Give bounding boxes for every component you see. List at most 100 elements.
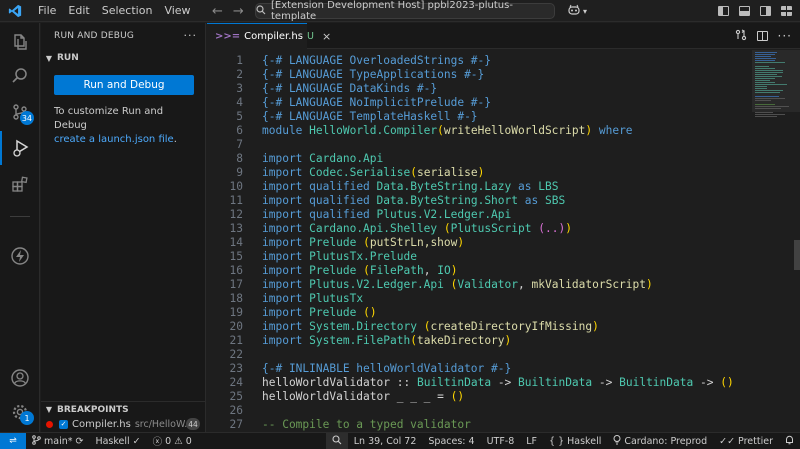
code-line: 8 import Cardano.Api (236, 152, 384, 165)
more-actions-icon[interactable]: ··· (778, 29, 792, 43)
tab-label: Compiler.hs (244, 31, 303, 42)
split-editor-icon[interactable] (756, 31, 768, 41)
minimap-line (755, 56, 771, 57)
run-and-debug-icon[interactable] (0, 131, 40, 165)
prettier-status[interactable]: ✓✓ Prettier (713, 433, 779, 449)
back-arrow-icon[interactable]: ← (212, 4, 223, 19)
breakpoints-section-header[interactable]: ▼ BREAKPOINTS (41, 401, 206, 417)
braces-icon: { } (549, 435, 565, 447)
customize-label: To customize Run and Debug (54, 106, 164, 131)
breakpoint-file: Compiler.hs (72, 418, 131, 430)
sidebar-title: RUN AND DEBUG (54, 31, 135, 41)
search-icon (256, 4, 266, 18)
run-and-debug-button[interactable]: Run and Debug (54, 75, 194, 95)
zoom-indicator[interactable] (325, 432, 348, 449)
minimap-line (755, 104, 775, 105)
toggle-secondary-sidebar-icon[interactable] (760, 6, 771, 16)
network-label: Cardano: Preprod (624, 435, 708, 447)
problems-indicator[interactable]: ⓧ 0 ⚠ 0 (147, 433, 198, 449)
customize-layout-icon[interactable] (781, 6, 792, 16)
forward-arrow-icon[interactable]: → (233, 4, 244, 19)
minimap-line (755, 100, 771, 101)
menu-view[interactable]: View (158, 0, 196, 22)
haskell-status[interactable]: Haskell ✓ (89, 433, 146, 449)
menu-file[interactable]: File (32, 0, 62, 22)
language-label: Haskell (567, 435, 602, 447)
minimap-line (755, 70, 783, 71)
menu-selection[interactable]: Selection (96, 0, 159, 22)
explorer-icon[interactable] (0, 25, 40, 59)
language-mode[interactable]: { } Haskell (543, 433, 607, 449)
minimap-line (755, 52, 777, 53)
notifications[interactable] (779, 433, 800, 449)
source-control-icon[interactable]: 34 (0, 95, 40, 129)
double-check-icon: ✓✓ (719, 435, 736, 447)
create-launch-json-link[interactable]: create a launch.json file (54, 134, 174, 145)
copilot-button[interactable]: ▾ (567, 3, 587, 19)
toggle-panel-icon[interactable] (739, 6, 750, 16)
check-icon: ✓ (132, 435, 141, 447)
minimap-line (755, 114, 785, 115)
cardano-network[interactable]: Cardano: Preprod (607, 433, 713, 449)
code-line: 11 import qualified Data.ByteString.Short… (229, 194, 566, 207)
menu-edit[interactable]: Edit (62, 0, 95, 22)
more-actions-icon[interactable]: ··· (184, 29, 198, 42)
customize-run-text: To customize Run and Debug create a laun… (54, 105, 197, 147)
haskell-status-label: Haskell (95, 435, 130, 447)
code-line: 26 (229, 404, 243, 417)
compare-changes-icon[interactable] (735, 29, 747, 44)
breakpoints-title: BREAKPOINTS (57, 404, 129, 415)
search-icon[interactable] (0, 59, 40, 93)
end-of-line[interactable]: LF (520, 433, 543, 449)
minimap-line (755, 54, 775, 55)
minimap-line (755, 76, 782, 77)
git-branch[interactable]: main* ⟳ (26, 433, 89, 449)
menu-bar: File Edit Selection View (32, 0, 197, 22)
activity-divider (10, 216, 30, 217)
title-bar: File Edit Selection View ← → [Extension … (0, 0, 800, 22)
branch-name: main* (44, 435, 73, 447)
account-icon[interactable] (0, 361, 40, 395)
encoding[interactable]: UTF-8 (481, 433, 521, 449)
code-line: 16 import Prelude (FilePath, IO) (229, 264, 458, 277)
indentation[interactable]: Spaces: 4 (422, 433, 480, 449)
code-line: 25 helloWorldValidator _ _ _ = () (229, 390, 465, 403)
minimap-line (755, 66, 769, 67)
breakpoint-checkbox[interactable]: ✓ (59, 419, 68, 429)
run-section-header[interactable]: ▼ RUN (41, 49, 205, 67)
code-line: 14 import Prelude (putStrLn,show) (229, 236, 465, 249)
zoom-icon (332, 434, 342, 448)
extensions-icon[interactable] (0, 167, 40, 201)
code-line: 1 {-# LANGUAGE OverloadedStrings #-} (236, 54, 492, 67)
command-center-label: [Extension Development Host] ppbl2023-pl… (271, 0, 513, 22)
source-control-badge: 34 (19, 111, 34, 125)
minimap-line (755, 98, 785, 99)
settings-gear-icon[interactable]: 1 (0, 395, 40, 429)
remote-indicator-icon[interactable]: ⇌ (0, 432, 26, 449)
vertical-scrollbar[interactable] (794, 240, 800, 270)
cursor-position[interactable]: Ln 39, Col 72 (348, 433, 423, 449)
close-icon[interactable]: × (322, 30, 331, 43)
lightning-icon[interactable] (0, 239, 40, 273)
minimap-line (755, 106, 789, 107)
tab-compiler-hs[interactable]: >>= Compiler.hs U × (207, 23, 331, 49)
command-center[interactable]: [Extension Development Host] ppbl2023-pl… (255, 0, 555, 22)
editor-area: >>= Compiler.hs U × ··· 1 {-# LANGUAGE Ov… (207, 23, 800, 432)
sidebar-header: RUN AND DEBUG ··· (41, 23, 205, 49)
minimap[interactable] (752, 50, 800, 432)
untracked-status: U (306, 31, 314, 42)
minimap-line (755, 74, 777, 75)
run-and-debug-sidebar: RUN AND DEBUG ··· ▼ RUN Run and Debug To… (41, 23, 206, 432)
toggle-primary-sidebar-icon[interactable] (718, 6, 729, 16)
breakpoint-item[interactable]: ✓ Compiler.hs src/HelloW... 44 (41, 416, 206, 432)
code-line: 9 import Codec.Serialise(serialise) (236, 166, 485, 179)
customize-suffix: . (173, 134, 177, 145)
sync-icon[interactable]: ⟳ (76, 436, 84, 447)
editor-actions: ··· (735, 23, 792, 49)
code-line: 10 import qualified Data.ByteString.Lazy … (229, 180, 559, 193)
code-editor[interactable]: 1 {-# LANGUAGE OverloadedStrings #-} 2 {-#… (207, 50, 752, 432)
run-section-title: RUN (57, 53, 79, 63)
minimap-line (755, 116, 777, 117)
layout-controls (718, 0, 792, 22)
minimap-line (755, 68, 775, 69)
